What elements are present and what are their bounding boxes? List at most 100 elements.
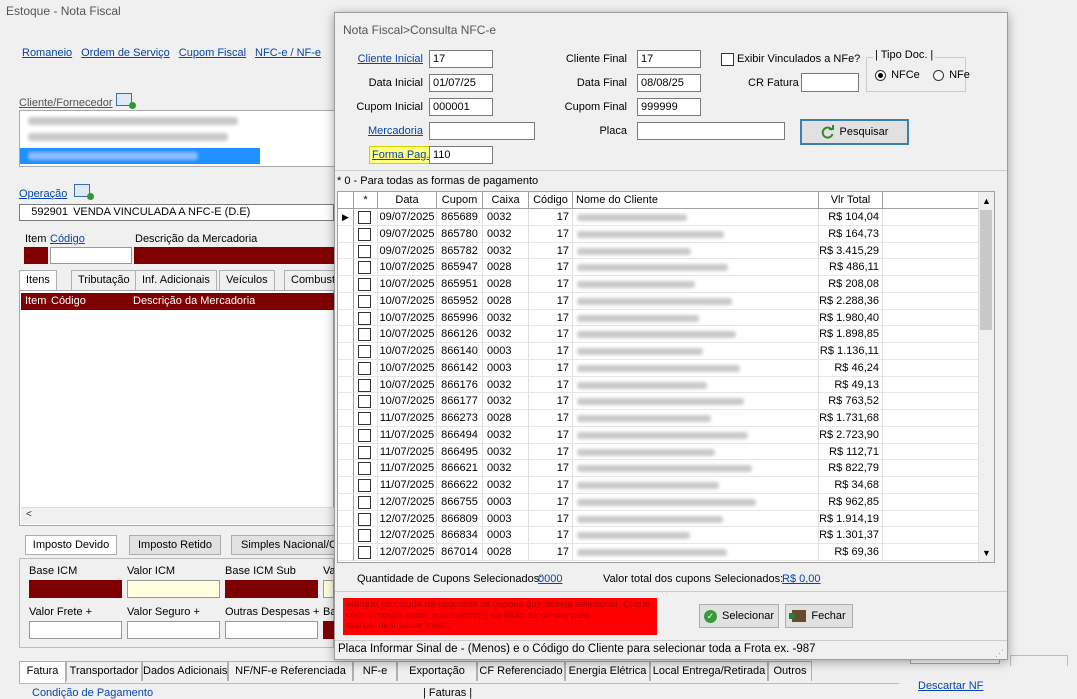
- row-select-cell[interactable]: [354, 510, 378, 528]
- row-checkbox[interactable]: [358, 378, 371, 392]
- cupom-inicial-input[interactable]: 000001: [429, 98, 493, 116]
- pesquisar-button[interactable]: Pesquisar: [800, 119, 909, 145]
- row-select-cell[interactable]: [354, 426, 378, 444]
- mercadoria-link[interactable]: Mercadoria: [368, 125, 423, 137]
- selecionar-button[interactable]: ✓ Selecionar: [699, 604, 779, 628]
- nav-ordem-servico[interactable]: Ordem de Serviço: [81, 47, 170, 59]
- forma-pag-link[interactable]: Forma Pag.: [369, 146, 433, 164]
- mercadoria-input[interactable]: [429, 122, 535, 140]
- radio-nfe-icon[interactable]: [933, 69, 944, 81]
- radio-nfe[interactable]: NFe: [933, 69, 970, 81]
- operacao-label[interactable]: Operação: [19, 188, 67, 200]
- base-icm-field[interactable]: [29, 580, 122, 598]
- cupons-grid[interactable]: * Data Cupom Caixa Código Nome do Client…: [337, 191, 995, 563]
- row-select-cell[interactable]: [354, 443, 378, 461]
- bottom-tab[interactable]: Local Entrega/Retirada: [650, 661, 768, 681]
- table-row[interactable]: 09/07/2025 865782 0032 17 R$ 3.415,29: [338, 242, 993, 260]
- col-cupom[interactable]: Cupom: [437, 192, 483, 209]
- bottom-tab[interactable]: CF Referenciado: [477, 661, 565, 681]
- table-row[interactable]: 10/07/2025 866126 0032 17 R$ 1.898,85: [338, 326, 993, 343]
- col-caixa[interactable]: Caixa: [483, 192, 529, 209]
- row-select-cell[interactable]: [354, 259, 378, 276]
- table-row[interactable]: ▶ 09/07/2025 865689 0032 17 R$ 104,04: [338, 209, 993, 226]
- h-scrollbar[interactable]: <: [21, 507, 334, 524]
- cliente-label[interactable]: Cliente/Fornecedor: [19, 97, 113, 109]
- row-checkbox[interactable]: [358, 211, 371, 224]
- col-nome-cliente[interactable]: Nome do Cliente: [573, 192, 819, 209]
- row-checkbox[interactable]: [358, 244, 371, 258]
- row-select-cell[interactable]: [354, 359, 378, 377]
- row-select-cell[interactable]: [354, 460, 378, 477]
- row-checkbox[interactable]: [358, 512, 371, 526]
- fechar-button[interactable]: Fechar: [785, 604, 853, 628]
- col-select-all[interactable]: *: [354, 192, 378, 209]
- row-checkbox[interactable]: [358, 261, 371, 275]
- cliente-inicial-input[interactable]: 17: [429, 50, 493, 68]
- row-checkbox[interactable]: [358, 412, 371, 425]
- items-grid[interactable]: Item Código Descrição da Mercadoria <: [19, 290, 334, 526]
- outras-despesas-field[interactable]: [225, 621, 318, 639]
- row-checkbox[interactable]: [358, 328, 371, 342]
- row-checkbox[interactable]: [358, 345, 371, 358]
- bottom-tab[interactable]: Energia Elétrica: [565, 661, 650, 681]
- table-row[interactable]: 11/07/2025 866273 0028 17 R$ 1.731,68: [338, 410, 993, 427]
- row-checkbox[interactable]: [358, 294, 371, 308]
- row-checkbox[interactable]: [358, 428, 371, 442]
- valor-icm-field[interactable]: [127, 580, 220, 598]
- row-select-cell[interactable]: [354, 242, 378, 260]
- row-select-cell[interactable]: [354, 209, 378, 226]
- table-row[interactable]: 10/07/2025 865952 0028 17 R$ 2.288,36: [338, 292, 993, 310]
- codigo-field[interactable]: [50, 247, 132, 264]
- row-select-cell[interactable]: [354, 276, 378, 293]
- table-row[interactable]: 09/07/2025 865780 0032 17 R$ 164,73: [338, 225, 993, 243]
- table-row[interactable]: 10/07/2025 866176 0032 17 R$ 49,13: [338, 376, 993, 394]
- row-select-cell[interactable]: [354, 393, 378, 410]
- nav-romaneio[interactable]: Romaneio: [22, 47, 72, 59]
- nav-nfce-nfe[interactable]: NFC-e / NF-e: [255, 47, 321, 59]
- cr-fatura-input[interactable]: [801, 73, 859, 92]
- item-field[interactable]: [24, 247, 48, 264]
- table-row[interactable]: 10/07/2025 866142 0003 17 R$ 46,24: [338, 359, 993, 377]
- codigo-link[interactable]: Código: [50, 233, 85, 245]
- descricao-field[interactable]: [134, 247, 334, 264]
- scroll-thumb[interactable]: [980, 210, 992, 330]
- tab-itens[interactable]: Itens: [19, 270, 57, 291]
- row-select-cell[interactable]: [354, 544, 378, 561]
- row-select-cell[interactable]: [354, 326, 378, 343]
- row-checkbox[interactable]: [358, 311, 371, 325]
- placa-input[interactable]: [637, 122, 785, 140]
- bottom-tab[interactable]: Exportação: [397, 661, 477, 681]
- bottom-tab[interactable]: NF/NF-e Referenciada: [228, 661, 353, 681]
- row-checkbox[interactable]: [358, 361, 371, 375]
- valor-seguro-field[interactable]: [127, 621, 220, 639]
- resize-grip-icon[interactable]: ⋰: [995, 648, 1004, 659]
- row-select-cell[interactable]: [354, 292, 378, 310]
- nav-cupom-fiscal[interactable]: Cupom Fiscal: [179, 47, 246, 59]
- cliente-box[interactable]: [19, 110, 336, 167]
- table-row[interactable]: 10/07/2025 865951 0028 17 R$ 208,08: [338, 276, 993, 293]
- row-select-cell[interactable]: [354, 376, 378, 394]
- row-select-cell[interactable]: [354, 309, 378, 327]
- data-inicial-input[interactable]: 01/07/25: [429, 74, 493, 92]
- col-data[interactable]: Data: [378, 192, 437, 209]
- table-row[interactable]: 11/07/2025 866621 0032 17 R$ 822,79: [338, 460, 993, 477]
- table-row[interactable]: 12/07/2025 866755 0003 17 R$ 962,85: [338, 493, 993, 511]
- table-row[interactable]: 12/07/2025 867014 0028 17 R$ 69,36: [338, 544, 993, 561]
- radio-nfce-icon[interactable]: [875, 69, 886, 81]
- radio-nfce[interactable]: NFCe: [875, 69, 920, 81]
- add-operacao-icon[interactable]: [74, 184, 94, 200]
- table-row[interactable]: 10/07/2025 866177 0032 17 R$ 763,52: [338, 393, 993, 410]
- bottom-tab[interactable]: Fatura: [19, 661, 66, 684]
- table-row[interactable]: 11/07/2025 866622 0032 17 R$ 34,68: [338, 477, 993, 494]
- col-vlr-total[interactable]: Vlr Total: [819, 192, 883, 209]
- scroll-left-icon[interactable]: <: [26, 509, 32, 520]
- table-row[interactable]: 12/07/2025 866834 0003 17 R$ 1.301,37: [338, 527, 993, 544]
- row-select-cell[interactable]: [354, 527, 378, 544]
- valor-frete-field[interactable]: [29, 621, 122, 639]
- tab-veiculos[interactable]: Veículos: [219, 270, 275, 290]
- add-cliente-icon[interactable]: [116, 93, 136, 109]
- bottom-tab[interactable]: Dados Adicionais: [142, 661, 228, 681]
- cupom-final-input[interactable]: 999999: [637, 98, 701, 116]
- ba-field[interactable]: [323, 621, 334, 639]
- col-codigo[interactable]: Código: [529, 192, 573, 209]
